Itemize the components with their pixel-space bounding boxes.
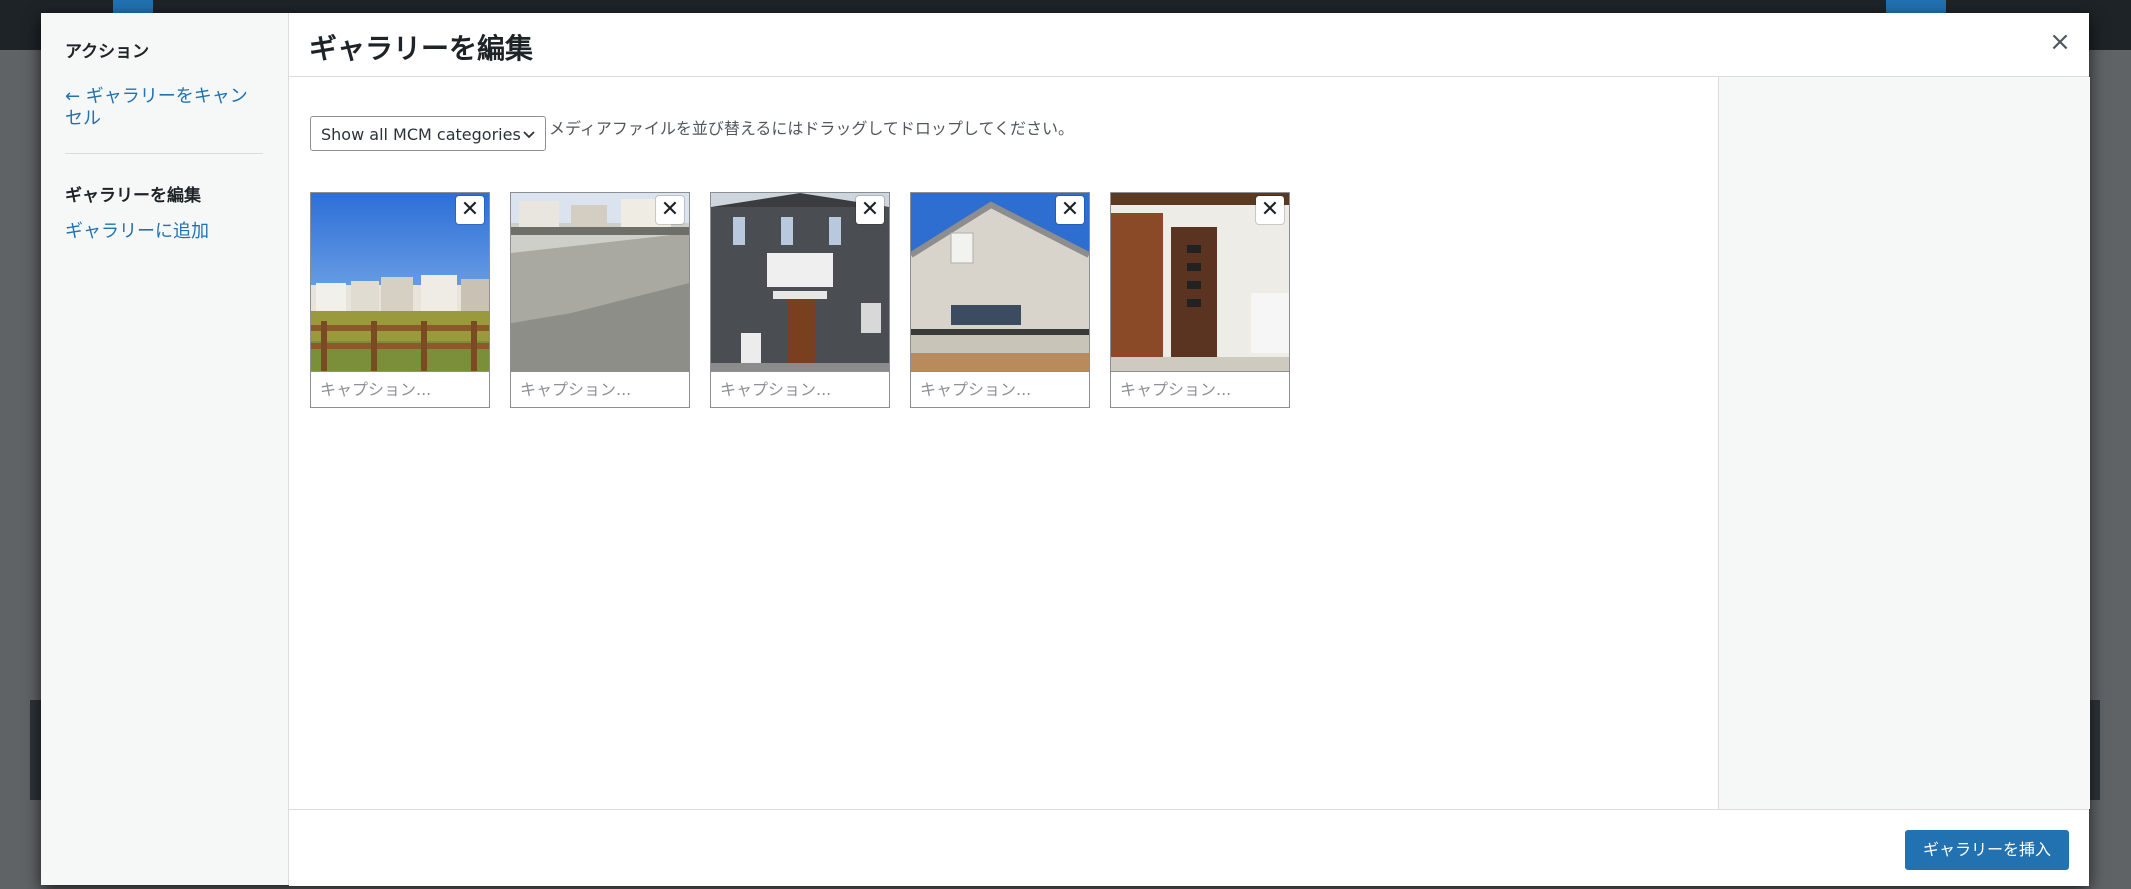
actions-heading: アクション: [65, 42, 150, 62]
caption-input[interactable]: キャプション...: [511, 371, 689, 407]
menu-separator: [65, 153, 263, 154]
gallery-item[interactable]: ✕ キャプション...: [710, 192, 890, 408]
publish-button-bg[interactable]: [1886, 0, 1946, 14]
caption-input[interactable]: キャプション...: [911, 371, 1089, 407]
gallery-item[interactable]: ✕ キャプション...: [910, 192, 1090, 408]
remove-item-icon[interactable]: ✕: [456, 196, 484, 224]
media-menu: アクション ← ギャラリーをキャンセル ギャラリーを編集 ギャラリーに追加: [41, 13, 289, 885]
select-value: Show all MCM categories: [321, 125, 521, 144]
close-icon[interactable]: ×: [2045, 27, 2075, 57]
insert-gallery-button[interactable]: ギャラリーを挿入: [1905, 830, 2069, 870]
mcm-category-select[interactable]: Show all MCM categories: [310, 116, 546, 151]
chevron-down-icon: [522, 117, 536, 166]
caption-input[interactable]: キャプション...: [1111, 371, 1289, 407]
gallery-item[interactable]: ✕ キャプション...: [310, 192, 490, 408]
caption-input[interactable]: キャプション...: [711, 371, 889, 407]
admin-bar-button[interactable]: [113, 0, 153, 14]
caption-input[interactable]: キャプション...: [311, 371, 489, 407]
media-modal: アクション ← ギャラリーをキャンセル ギャラリーを編集 ギャラリーに追加 ギャ…: [41, 13, 2090, 886]
modal-title: ギャラリーを編集: [309, 32, 534, 65]
remove-item-icon[interactable]: ✕: [1256, 196, 1284, 224]
attachment-sidebar: [1718, 77, 2090, 809]
gallery-content: Show all MCM categories メディアファイルを並び替えるには…: [289, 77, 1717, 809]
remove-item-icon[interactable]: ✕: [656, 196, 684, 224]
remove-item-icon[interactable]: ✕: [856, 196, 884, 224]
remove-item-icon[interactable]: ✕: [1056, 196, 1084, 224]
drag-instructions: メディアファイルを並び替えるにはドラッグしてドロップしてください。: [549, 119, 1074, 138]
add-to-gallery-link[interactable]: ギャラリーに追加: [65, 221, 265, 243]
gallery-item[interactable]: ✕ キャプション...: [1110, 192, 1290, 408]
modal-title-bar: ギャラリーを編集: [289, 13, 2089, 77]
edit-gallery-menu-item[interactable]: ギャラリーを編集: [65, 181, 201, 206]
gallery-item[interactable]: ✕ キャプション...: [510, 192, 690, 408]
modal-toolbar: ギャラリーを挿入: [289, 809, 2089, 886]
cancel-gallery-link[interactable]: ← ギャラリーをキャンセル: [65, 86, 265, 130]
